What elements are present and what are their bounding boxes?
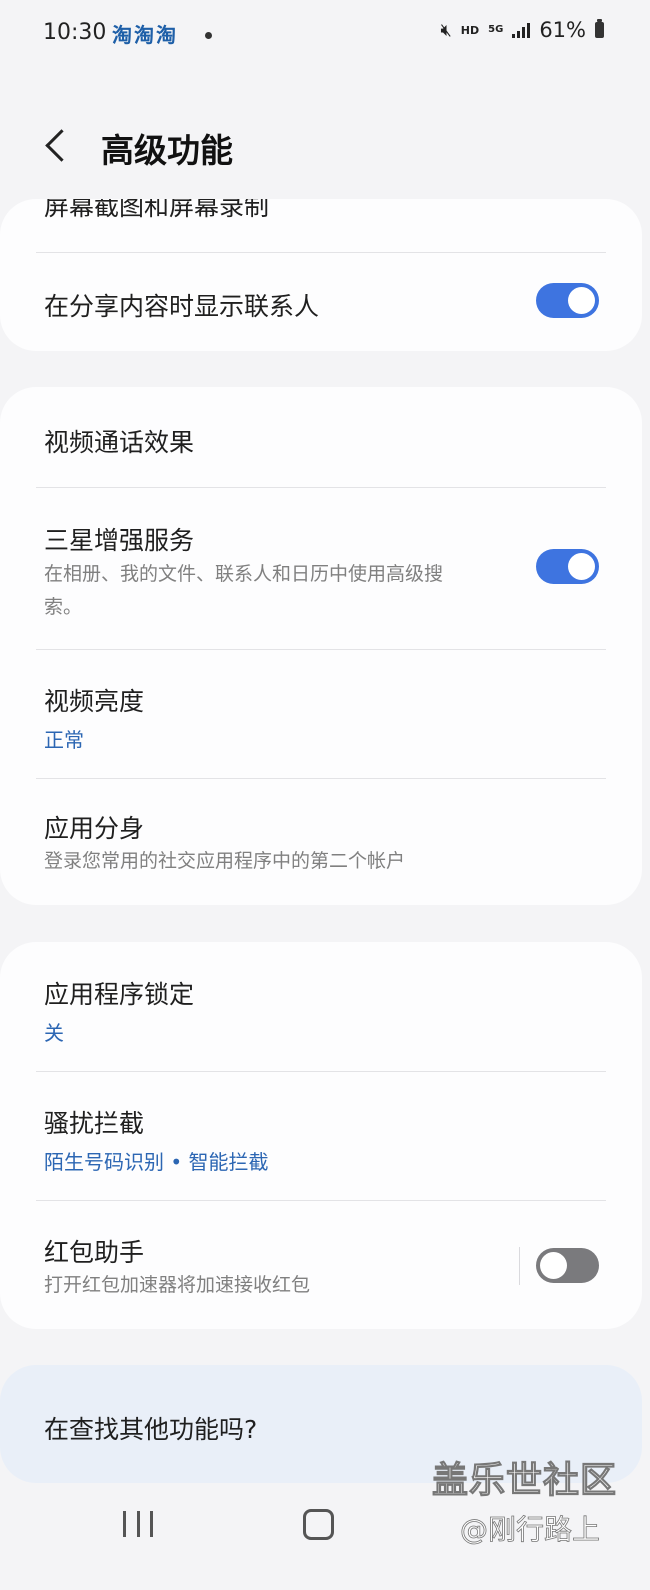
back-arrow-icon (45, 129, 78, 162)
settings-group-2: 视频通话效果 三星增强服务 在相册、我的文件、联系人和日历中使用高级搜 索。 视… (0, 387, 642, 905)
dual-messenger-title: 应用分身 (44, 814, 145, 843)
watermark-community: 盖乐世社区 (431, 1460, 618, 1502)
harassment-block-title: 骚扰拦截 (44, 1109, 145, 1138)
screenshot-recording-title: 屏幕截图和屏幕录制 (44, 199, 270, 221)
notification-app-icons: 淘淘淘 (112, 23, 178, 47)
app-lock-title: 应用程序锁定 (44, 980, 195, 1009)
mute-icon: 🔇︎ (440, 19, 452, 41)
settings-group-1: 屏幕截图和屏幕录制 在分享内容时显示联系人 (0, 199, 642, 351)
home-button[interactable] (303, 1509, 334, 1540)
looking-for-other-features-title: 在查找其他功能吗? (44, 1415, 258, 1444)
header: 高级功能 (0, 110, 650, 180)
harassment-block-item[interactable]: 骚扰拦截 陌生号码识别 • 智能拦截 (0, 1072, 642, 1200)
app-lock-value: 关 (44, 1021, 64, 1045)
samsung-enhanced-description-line2: 索。 (44, 596, 83, 618)
video-call-effects-item[interactable]: 视频通话效果 (0, 387, 642, 488)
samsung-enhanced-description-line1: 在相册、我的文件、联系人和日历中使用高级搜 (44, 563, 444, 585)
red-packet-toggle[interactable] (536, 1248, 599, 1283)
red-packet-description: 打开红包加速器将加速接收红包 (44, 1274, 311, 1296)
video-call-effects-title: 视频通话效果 (44, 428, 195, 457)
video-brightness-item[interactable]: 视频亮度 正常 (0, 650, 642, 778)
network-type-icon: 5G (488, 24, 504, 35)
battery-icon (595, 19, 604, 38)
settings-group-3: 应用程序锁定 关 骚扰拦截 陌生号码识别 • 智能拦截 红包助手 打开红包加速器… (0, 942, 642, 1329)
app-lock-item[interactable]: 应用程序锁定 关 (0, 942, 642, 1071)
dual-messenger-item[interactable]: 应用分身 登录您常用的社交应用程序中的第二个帐户 (0, 779, 642, 905)
video-brightness-value: 正常 (44, 728, 84, 752)
samsung-enhanced-services-item[interactable]: 三星增强服务 在相册、我的文件、联系人和日历中使用高级搜 索。 (0, 488, 642, 649)
battery-percent: 61% (539, 18, 586, 42)
screenshot-recording-item[interactable]: 屏幕截图和屏幕录制 (0, 199, 642, 253)
signal-strength-icon (512, 22, 531, 38)
recent-apps-button[interactable] (123, 1511, 153, 1537)
red-packet-title: 红包助手 (44, 1238, 145, 1267)
show-contacts-when-sharing-item[interactable]: 在分享内容时显示联系人 (0, 253, 642, 351)
toggle-knob (540, 1252, 567, 1279)
watermark-author: @刚行路上 (460, 1513, 601, 1547)
red-packet-assistant-item[interactable]: 红包助手 打开红包加速器将加速接收红包 (0, 1201, 642, 1329)
toggle-knob (568, 553, 595, 580)
dual-messenger-description: 登录您常用的社交应用程序中的第二个帐户 (44, 850, 406, 872)
more-notifications-dot-icon (205, 32, 212, 39)
status-bar: 10:30 淘淘淘 🔇︎ HD 5G 61% (0, 0, 650, 70)
toggle-knob (568, 287, 595, 314)
hd-voice-icon: HD (460, 23, 480, 37)
back-button[interactable] (40, 120, 80, 170)
samsung-enhanced-title: 三星增强服务 (44, 526, 195, 555)
samsung-enhanced-toggle[interactable] (536, 549, 599, 584)
vertical-separator (519, 1247, 520, 1285)
status-time: 10:30 (43, 20, 107, 45)
video-brightness-title: 视频亮度 (44, 687, 145, 716)
status-indicators: 🔇︎ HD 5G 61% (440, 18, 604, 42)
harassment-block-value: 陌生号码识别 • 智能拦截 (44, 1150, 269, 1174)
page-title: 高级功能 (101, 131, 233, 170)
show-contacts-title: 在分享内容时显示联系人 (44, 292, 320, 321)
show-contacts-toggle[interactable] (536, 283, 599, 318)
